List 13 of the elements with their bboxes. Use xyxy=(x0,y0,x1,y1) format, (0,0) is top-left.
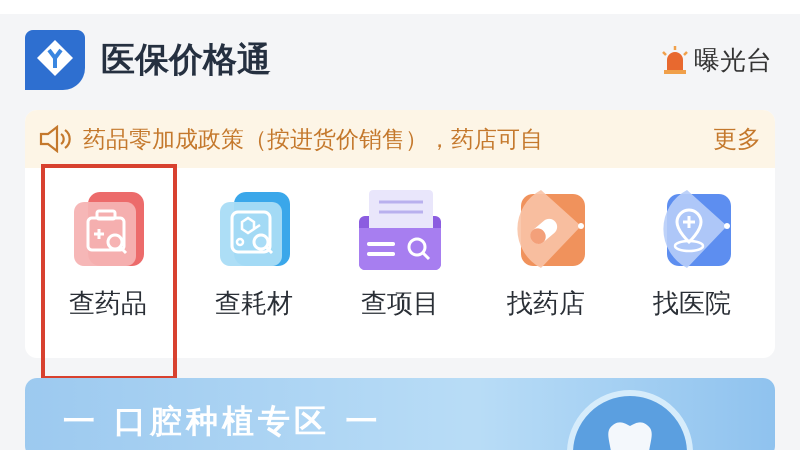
notice-text: 药品零加成政策（按进货价销售），药店可自 xyxy=(83,126,544,154)
app-title: 医保价格通 xyxy=(101,39,272,82)
service-item[interactable]: 找药店 xyxy=(507,286,585,321)
service-item[interactable]: 查药品 xyxy=(69,286,147,321)
exposure-link[interactable]: 曝光台 xyxy=(694,42,772,78)
speaker-icon xyxy=(39,125,73,153)
service-item[interactable]: 查项目 xyxy=(361,286,439,321)
service-item[interactable]: 查耗材 xyxy=(215,286,293,321)
app-logo-icon xyxy=(25,30,85,90)
tooth-icon xyxy=(565,388,695,450)
service-item[interactable]: 找医院 xyxy=(653,286,731,321)
alarm-light-icon xyxy=(660,46,690,74)
banner-title: 一 口腔种植专区 一 xyxy=(63,401,382,442)
